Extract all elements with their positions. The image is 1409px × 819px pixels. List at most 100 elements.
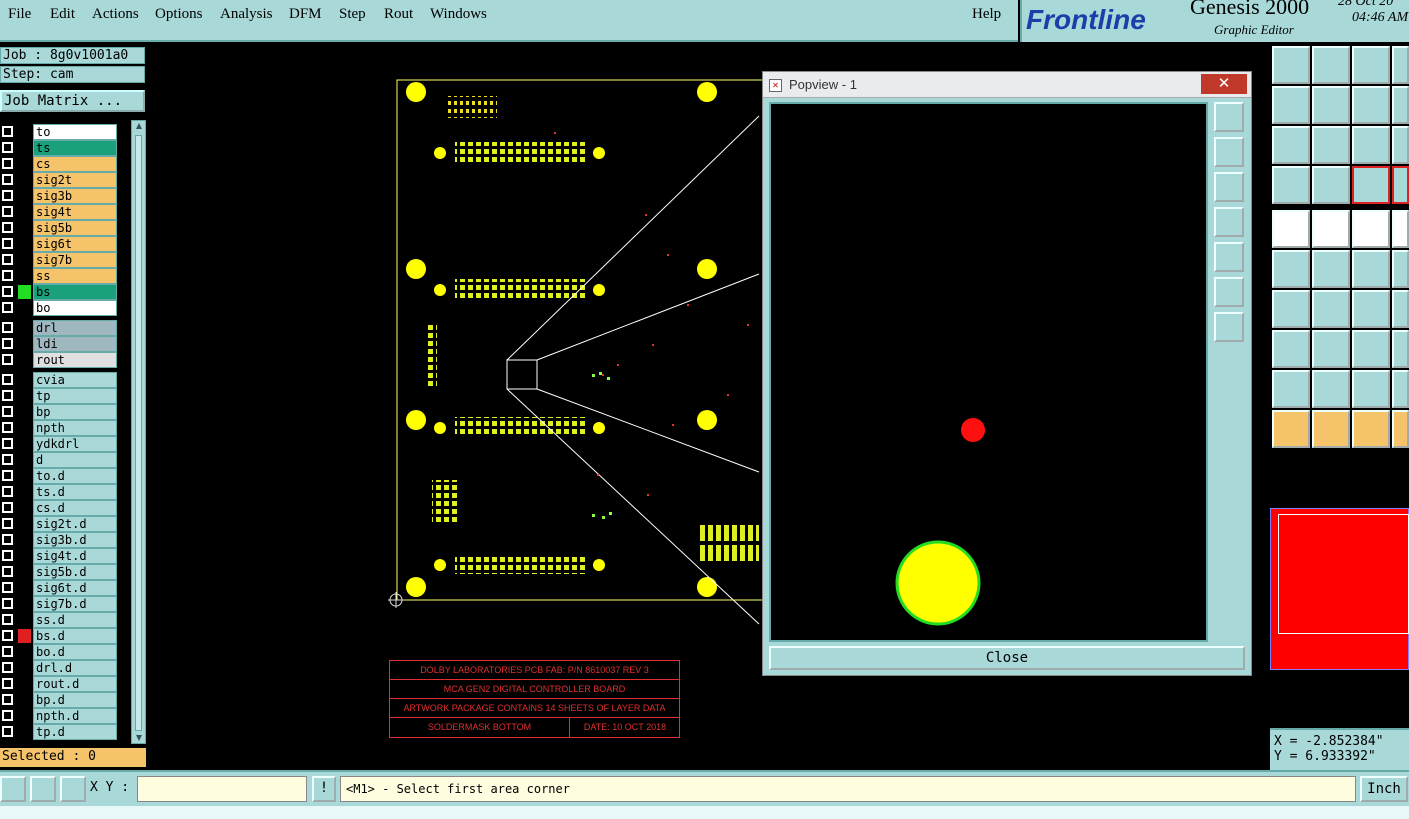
layer-affected-indicator[interactable]: [18, 205, 31, 219]
snap-mode-icon[interactable]: [0, 776, 26, 802]
menu-actions[interactable]: Actions: [92, 6, 139, 23]
layer-checkbox[interactable]: [2, 142, 13, 153]
undo-view-icon[interactable]: [1352, 86, 1390, 124]
layer-affected-indicator[interactable]: [18, 453, 31, 467]
layer-name[interactable]: sig7b: [33, 252, 117, 268]
layer-checkbox[interactable]: [2, 190, 13, 201]
menu-windows[interactable]: Windows: [430, 6, 487, 23]
layer-row[interactable]: sig5b.d: [0, 564, 118, 580]
layer-row[interactable]: cvia: [0, 372, 118, 388]
toolbox-overflow-icon[interactable]: [1392, 166, 1409, 204]
layer-name[interactable]: npth.d: [33, 708, 117, 724]
layer-row[interactable]: to: [0, 124, 118, 140]
layer-checkbox[interactable]: [2, 390, 13, 401]
layer-checkbox[interactable]: [2, 614, 13, 625]
layer-checkbox[interactable]: [2, 566, 13, 577]
popview-titlebar[interactable]: ✕ Popview - 1 ✕: [763, 72, 1251, 98]
layer-row[interactable]: bo.d: [0, 644, 118, 660]
layer-name[interactable]: d: [33, 452, 117, 468]
close-icon[interactable]: ✕: [1201, 74, 1247, 94]
layer-checkbox[interactable]: [2, 726, 13, 737]
layer-checkbox[interactable]: [2, 422, 13, 433]
pan-left-icon[interactable]: [1214, 207, 1244, 237]
layer-name[interactable]: sig3b: [33, 188, 117, 204]
layer-name[interactable]: ss.d: [33, 612, 117, 628]
layer-name[interactable]: bp: [33, 404, 117, 420]
layer-row[interactable]: sig6t.d: [0, 580, 118, 596]
menu-analysis[interactable]: Analysis: [220, 6, 273, 23]
zoom-all-icon[interactable]: [1312, 126, 1350, 164]
line-angle-icon[interactable]: [1272, 290, 1310, 328]
layer-name[interactable]: npth: [33, 420, 117, 436]
layer-affected-indicator[interactable]: [18, 597, 31, 611]
select-polygon-icon[interactable]: [1352, 410, 1390, 448]
layer-name[interactable]: rout: [33, 352, 117, 368]
layer-affected-indicator[interactable]: [18, 501, 31, 515]
layer-row[interactable]: sig6t: [0, 236, 118, 252]
connect-icon[interactable]: [1272, 250, 1310, 288]
layer-checkbox[interactable]: [2, 710, 13, 721]
layer-affected-indicator[interactable]: [18, 421, 31, 435]
layer-name[interactable]: rout.d: [33, 676, 117, 692]
layer-name[interactable]: ts.d: [33, 484, 117, 500]
scroll-down-icon[interactable]: [136, 735, 142, 741]
toolbox-overflow-icon[interactable]: [1392, 330, 1409, 368]
layer-checkbox[interactable]: [2, 302, 13, 313]
minimap-viewport[interactable]: [1278, 514, 1409, 634]
layer-checkbox[interactable]: [2, 598, 13, 609]
layer-name[interactable]: to.d: [33, 468, 117, 484]
toolbox-overflow-icon[interactable]: [1392, 290, 1409, 328]
layer-checkbox[interactable]: [2, 126, 13, 137]
zoom-fit-icon[interactable]: [1272, 126, 1310, 164]
layer-affected-indicator[interactable]: [18, 301, 31, 315]
layer-affected-indicator[interactable]: [18, 485, 31, 499]
settings-icon[interactable]: [1272, 166, 1310, 204]
layer-row[interactable]: sig5b: [0, 220, 118, 236]
layer-name[interactable]: to: [33, 124, 117, 140]
layer-row[interactable]: drl: [0, 320, 118, 336]
layer-affected-indicator[interactable]: [18, 517, 31, 531]
layer-row[interactable]: ydkdrl: [0, 436, 118, 452]
net-icon[interactable]: [1352, 166, 1390, 204]
layer-checkbox[interactable]: [2, 374, 13, 385]
layer-affected-indicator[interactable]: [18, 337, 31, 351]
add-line-icon[interactable]: [1312, 210, 1350, 248]
trim-icon[interactable]: [1312, 330, 1350, 368]
layer-affected-indicator[interactable]: [18, 353, 31, 367]
layer-affected-indicator[interactable]: [18, 141, 31, 155]
home-icon[interactable]: [1352, 46, 1390, 84]
ruler-icon[interactable]: [1352, 210, 1390, 248]
layer-name[interactable]: sig3b.d: [33, 532, 117, 548]
layer-checkbox[interactable]: [2, 270, 13, 281]
layer-row[interactable]: bo: [0, 300, 118, 316]
pan-right-icon[interactable]: [1214, 242, 1244, 272]
layer-affected-indicator[interactable]: [18, 189, 31, 203]
layer-affected-indicator[interactable]: [18, 253, 31, 267]
layer-name[interactable]: bs.d: [33, 628, 117, 644]
layer-name[interactable]: sig6t: [33, 236, 117, 252]
grid-icon[interactable]: [60, 776, 86, 802]
polygon-icon[interactable]: [1352, 370, 1390, 408]
layer-name[interactable]: sig7b.d: [33, 596, 117, 612]
layer-affected-indicator[interactable]: [18, 581, 31, 595]
scale-1-2-icon[interactable]: [1352, 126, 1390, 164]
pan-up-icon[interactable]: [1214, 137, 1244, 167]
layer-row[interactable]: sig2t.d: [0, 516, 118, 532]
layer-checkbox[interactable]: [2, 678, 13, 689]
layer-checkbox[interactable]: [2, 322, 13, 333]
layer-affected-indicator[interactable]: [18, 725, 31, 739]
layer-row[interactable]: cs: [0, 156, 118, 172]
layer-name[interactable]: sig6t.d: [33, 580, 117, 596]
layer-name[interactable]: cvia: [33, 372, 117, 388]
layer-row[interactable]: tp: [0, 388, 118, 404]
layer-name[interactable]: ss: [33, 268, 117, 284]
layer-affected-indicator[interactable]: [18, 533, 31, 547]
layer-name[interactable]: sig5b.d: [33, 564, 117, 580]
layer-row[interactable]: sig3b.d: [0, 532, 118, 548]
alert-icon[interactable]: !: [312, 776, 336, 802]
layer-row[interactable]: ts: [0, 140, 118, 156]
resize-icon[interactable]: [1352, 330, 1390, 368]
layer-row[interactable]: tp.d: [0, 724, 118, 740]
layer-scrollbar[interactable]: [131, 120, 146, 744]
layer-name[interactable]: drl.d: [33, 660, 117, 676]
